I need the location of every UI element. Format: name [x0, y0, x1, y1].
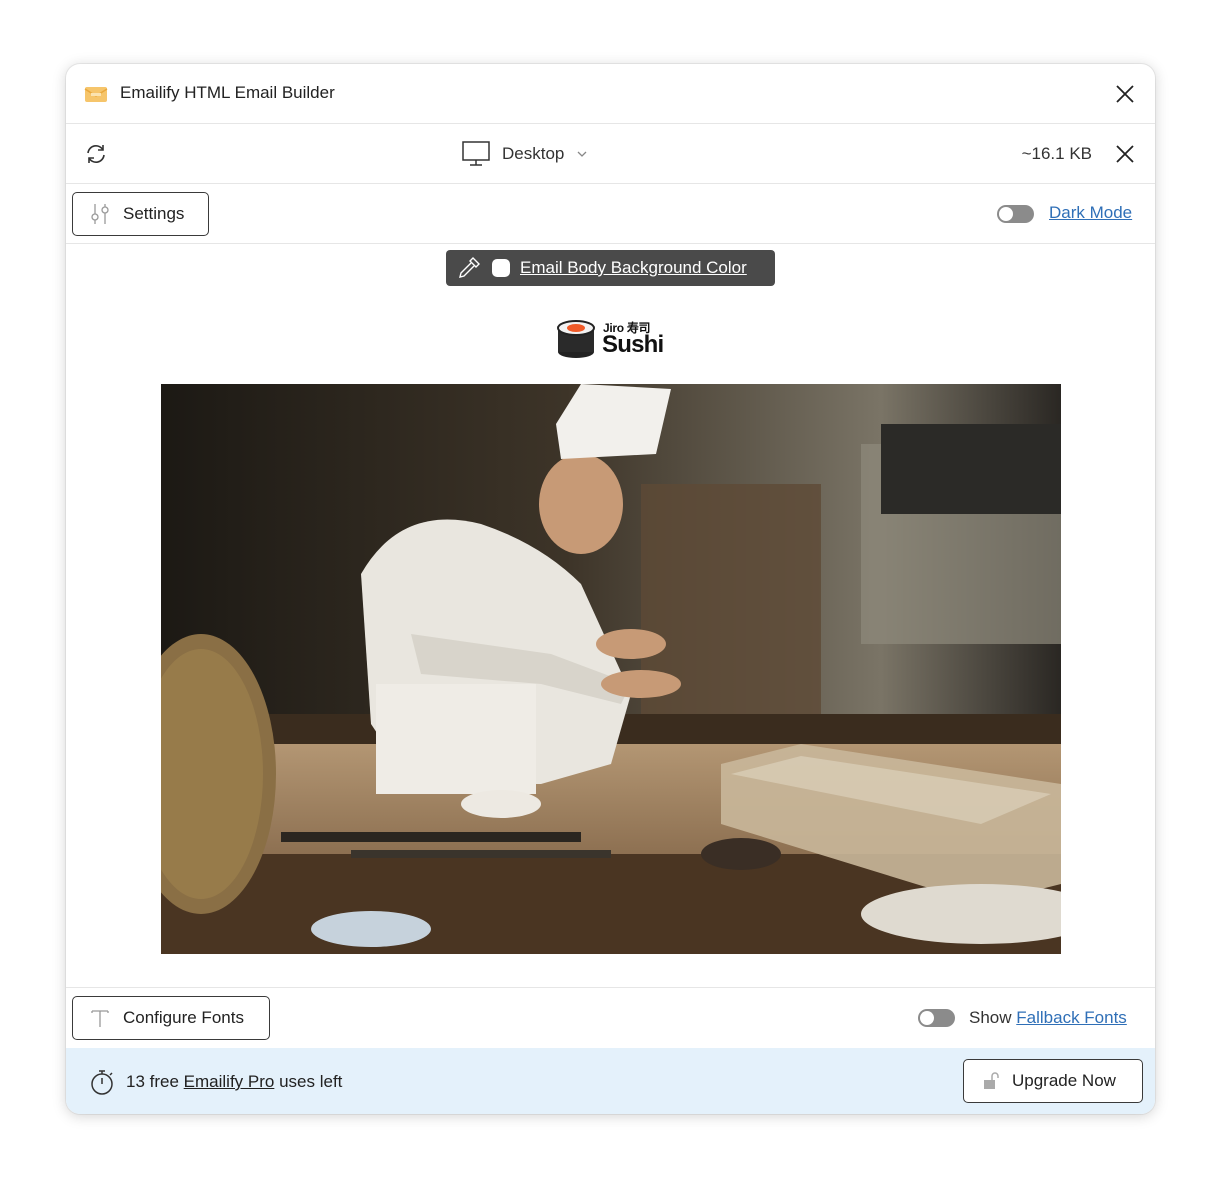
- monitor-icon: [462, 141, 490, 166]
- background-color-label: Email Body Background Color: [520, 258, 747, 277]
- email-canvas: Email Body Background Color Jiro 寿司 Sush…: [66, 244, 1155, 988]
- show-label: Show: [969, 1008, 1012, 1027]
- upgrade-now-button[interactable]: Upgrade Now: [963, 1059, 1143, 1103]
- logo-big-text: Sushi: [602, 331, 664, 358]
- file-size: ~16.1 KB: [1021, 144, 1092, 163]
- configure-fonts-label: Configure Fonts: [123, 1008, 244, 1027]
- settings-label: Settings: [123, 204, 185, 223]
- sushi-chef-photo: [161, 384, 1061, 954]
- settings-row: Settings Dark Mode: [66, 184, 1155, 244]
- emailify-logo-icon: [84, 87, 108, 102]
- hero-image: [161, 384, 1061, 954]
- uses-suffix: uses left: [279, 1072, 343, 1091]
- fallback-fonts-text: Show Fallback Fonts: [969, 1008, 1127, 1028]
- sushi-logo-icon: [557, 320, 595, 358]
- device-label: Desktop: [502, 144, 565, 163]
- configure-fonts-button[interactable]: Configure Fonts: [72, 996, 270, 1040]
- fonts-row: Configure Fonts Show Fallback Fonts: [66, 988, 1155, 1048]
- toggle-knob: [920, 1011, 934, 1025]
- upgrade-footer: 13 free Emailify Pro uses left Upgrade N…: [66, 1048, 1155, 1114]
- settings-button[interactable]: Settings: [72, 192, 209, 236]
- builder-window: Emailify HTML Email Builder Desktop ~16.…: [66, 64, 1155, 1114]
- sliders-icon: [91, 204, 109, 224]
- close-preview-icon[interactable]: [1115, 144, 1135, 164]
- preview-toolbar: Desktop ~16.1 KB: [66, 124, 1155, 184]
- toggle-knob: [999, 207, 1013, 221]
- uses-left-text: 13 free Emailify Pro uses left: [126, 1072, 342, 1092]
- title-bar: Emailify HTML Email Builder: [66, 64, 1155, 124]
- app-title: Emailify HTML Email Builder: [120, 83, 335, 102]
- emailify-pro-link[interactable]: Emailify Pro: [184, 1072, 275, 1091]
- device-select[interactable]: Desktop: [462, 140, 588, 168]
- dark-mode-toggle[interactable]: [997, 205, 1034, 223]
- chevron-down-icon: [577, 151, 587, 157]
- stopwatch-icon: [91, 1070, 113, 1095]
- background-color-picker[interactable]: Email Body Background Color: [446, 250, 775, 286]
- uses-count: 13 free: [126, 1072, 179, 1091]
- unlock-icon: [984, 1072, 999, 1089]
- eyedropper-icon: [459, 257, 480, 278]
- color-swatch: [492, 259, 510, 277]
- dark-mode-link[interactable]: Dark Mode: [1049, 203, 1132, 223]
- refresh-icon[interactable]: [84, 142, 108, 166]
- text-icon: [91, 1010, 109, 1027]
- fallback-fonts-link[interactable]: Fallback Fonts: [1016, 1008, 1127, 1027]
- fallback-fonts-toggle[interactable]: [918, 1009, 955, 1027]
- upgrade-label: Upgrade Now: [1012, 1071, 1116, 1090]
- close-window-icon[interactable]: [1115, 84, 1135, 104]
